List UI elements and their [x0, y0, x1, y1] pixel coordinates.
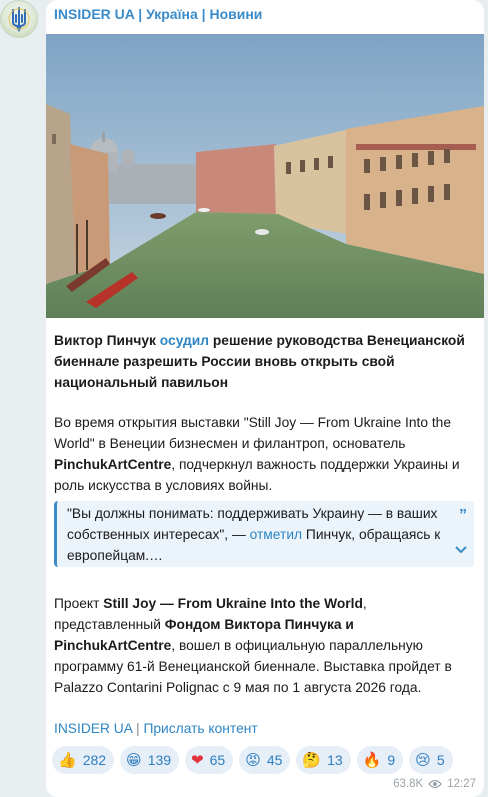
- post-headline: Виктор Пинчук осудил решение руководства…: [54, 333, 465, 390]
- reaction-fire[interactable]: 🔥 9: [356, 746, 404, 774]
- views-count: 63.8K: [393, 778, 424, 790]
- message-bubble: INSIDER UA | Україна | Новини Виктор Пин…: [46, 0, 484, 797]
- venice-canal-image: [46, 34, 484, 318]
- channel-avatar[interactable]: [0, 0, 38, 38]
- headline-link[interactable]: осудил: [160, 333, 209, 348]
- channel-link[interactable]: INSIDER UA: [54, 721, 132, 736]
- quote-icon: ”: [459, 507, 467, 524]
- reaction-heart[interactable]: ❤ 65: [185, 746, 234, 774]
- grin-icon: 😁: [126, 750, 142, 769]
- trident-logo-icon: [8, 7, 30, 32]
- post-photo[interactable]: [46, 34, 484, 318]
- channel-name[interactable]: INSIDER UA | Україна | Новини: [54, 6, 262, 22]
- post-paragraph-2: Проект Still Joy — From Ukraine Into the…: [54, 596, 452, 695]
- thinking-face-icon: 🤔: [302, 750, 322, 769]
- chevron-down-icon[interactable]: [455, 546, 467, 554]
- post-paragraph-1: Во время открытия выставки "Still Joy — …: [54, 415, 460, 493]
- heart-icon: ❤: [191, 750, 204, 769]
- angry-face-icon: 😡: [245, 750, 261, 769]
- reaction-thinking[interactable]: 🤔 13: [296, 746, 351, 774]
- eye-icon: [428, 779, 443, 789]
- quote-link[interactable]: отметил: [250, 527, 302, 542]
- reaction-grin[interactable]: 😁 139: [120, 746, 180, 774]
- message-meta: 63.8K 12:27: [393, 778, 476, 790]
- message-time: 12:27: [447, 778, 476, 790]
- submit-content-link[interactable]: Прислать контент: [143, 721, 257, 736]
- reactions-bar: 👍 282 😁 139 ❤ 65 😡 45 🤔 13 🔥 9 😢 5: [52, 746, 453, 774]
- footer-links: INSIDER UA | Прислать контент: [54, 721, 258, 736]
- crying-face-icon: 😢: [415, 750, 431, 769]
- reaction-angry[interactable]: 😡 45: [239, 746, 291, 774]
- reaction-thumbs-up[interactable]: 👍 282: [52, 746, 115, 774]
- thumbs-up-icon: 👍: [58, 750, 77, 769]
- reaction-cry[interactable]: 😢 5: [409, 746, 453, 774]
- blockquote[interactable]: "Вы должны понимать: поддерживать Украин…: [54, 501, 474, 567]
- fire-icon: 🔥: [362, 750, 382, 769]
